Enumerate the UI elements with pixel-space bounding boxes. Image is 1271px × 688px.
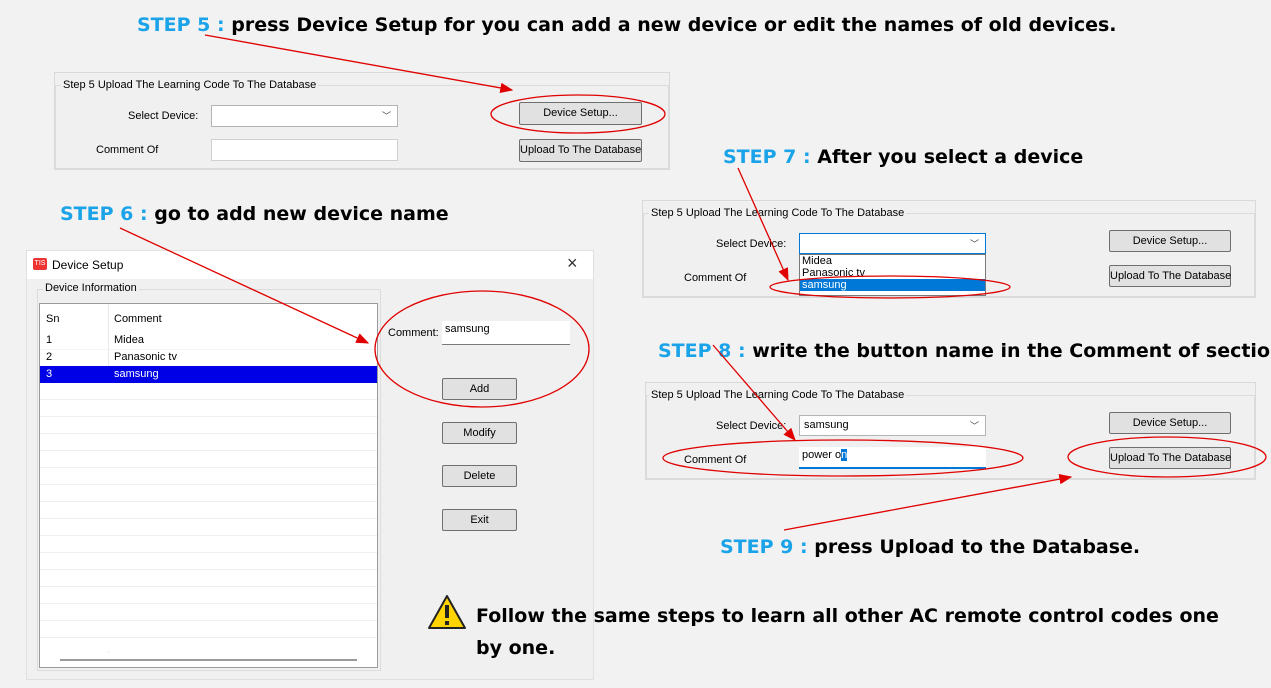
dropdown-option-selected[interactable]: samsung (800, 279, 985, 291)
dialog-title: Device Setup (52, 258, 124, 272)
table-row-selected[interactable]: 3 samsung (40, 366, 377, 384)
select-device-label: Select Device: (716, 238, 787, 250)
row-comment: samsung (114, 368, 159, 380)
step5-text: press Device Setup for you can add a new… (231, 14, 1117, 36)
dialog-comment-input[interactable]: samsung (442, 321, 570, 345)
note-line-2: by one. (476, 637, 556, 659)
upload-panel-step7: Step 5 Upload The Learning Code To The D… (642, 200, 1256, 298)
row-sn: 1 (46, 334, 53, 346)
device-setup-button[interactable]: Device Setup... (1109, 230, 1231, 252)
step8-number: STEP 8 : (658, 340, 746, 362)
dialog-comment-label: Comment: (388, 327, 439, 339)
comment-of-label: Comment Of (96, 144, 159, 156)
upload-group-title: Step 5 Upload The Learning Code To The D… (649, 207, 907, 219)
exit-button[interactable]: Exit (442, 509, 517, 531)
step7-number: STEP 7 : (723, 146, 811, 168)
device-dropdown-list: Midea Panasonic tv samsung (799, 254, 986, 296)
close-icon[interactable]: × (567, 253, 578, 274)
table-row[interactable]: 2 Panasonic tv (40, 349, 377, 367)
step6-number: STEP 6 : (60, 203, 148, 225)
upload-database-button[interactable]: Upload To The Database (1109, 447, 1231, 469)
select-device-label: Select Device: (128, 110, 199, 122)
select-device-combo-open[interactable]: ﹀ (799, 233, 986, 254)
device-info-title: Device Information (43, 282, 139, 294)
empty-rows (40, 383, 377, 651)
step7-heading: STEP 7 : After you select a device (723, 146, 1083, 168)
chevron-down-icon: ﹀ (969, 421, 979, 431)
arrow-step9 (783, 474, 1073, 531)
upload-group-title: Step 5 Upload The Learning Code To The D… (649, 389, 907, 401)
table-row[interactable]: 1 Midea (40, 332, 377, 350)
column-header-comment: Comment (114, 313, 162, 325)
comment-of-label: Comment Of (684, 272, 747, 284)
row-sn: 3 (46, 368, 53, 380)
column-header-sn: Sn (46, 313, 60, 325)
chevron-down-icon: ﹀ (969, 239, 979, 249)
upload-panel-step8: Step 5 Upload The Learning Code To The D… (645, 382, 1256, 480)
horizontal-scrollbar[interactable] (60, 659, 357, 661)
select-device-label: Select Device: (716, 420, 787, 432)
upload-database-button[interactable]: Upload To The Database (1109, 265, 1231, 287)
step8-heading: STEP 8 : write the button name in the Co… (658, 340, 1271, 362)
step5-heading: STEP 5 : press Device Setup for you can … (137, 14, 1117, 36)
row-comment: Panasonic tv (114, 351, 177, 363)
modify-button[interactable]: Modify (442, 422, 517, 444)
device-table: Sn Comment 1 Midea 2 Panasonic tv 3 sams… (39, 303, 378, 668)
step5-number: STEP 5 : (137, 14, 225, 36)
step9-heading: STEP 9 : press Upload to the Database. (720, 536, 1140, 558)
step8-text: write the button name in the Comment of … (752, 340, 1271, 362)
step6-heading: STEP 6 : go to add new device name (60, 203, 449, 225)
add-button[interactable]: Add (442, 378, 517, 400)
select-device-combo[interactable]: samsung ﹀ (799, 415, 986, 436)
chevron-down-icon: ﹀ (381, 111, 391, 121)
comment-of-label: Comment Of (684, 454, 747, 466)
step9-number: STEP 9 : (720, 536, 808, 558)
selected-device-value: samsung (804, 419, 849, 431)
upload-database-button[interactable]: Upload To The Database (519, 139, 642, 162)
device-setup-button[interactable]: Device Setup... (519, 102, 642, 125)
warning-icon (428, 595, 466, 629)
upload-group-title: Step 5 Upload The Learning Code To The D… (61, 79, 319, 91)
step9-text: press Upload to the Database. (814, 536, 1141, 558)
comment-of-input[interactable] (211, 139, 398, 161)
dropdown-option[interactable]: Midea (800, 255, 985, 267)
note-text: Follow the same steps to learn all other… (476, 600, 1219, 664)
row-comment: Midea (114, 334, 144, 346)
upload-panel-step5: Step 5 Upload The Learning Code To The D… (54, 72, 670, 170)
note-line-1: Follow the same steps to learn all other… (476, 605, 1219, 627)
comment-text: power o (802, 449, 842, 461)
row-sn: 2 (46, 351, 53, 363)
app-logo-icon: TIS (33, 258, 47, 270)
select-device-combo[interactable]: ﹀ (211, 105, 398, 127)
comment-of-input[interactable]: power on (799, 447, 986, 469)
dropdown-option[interactable]: Panasonic tv (800, 267, 985, 279)
device-setup-button[interactable]: Device Setup... (1109, 412, 1231, 434)
step7-text: After you select a device (817, 146, 1084, 168)
delete-button[interactable]: Delete (442, 465, 517, 487)
comment-text-selected: n (841, 449, 848, 461)
dialog-titlebar: TIS Device Setup × (27, 251, 593, 279)
step6-text: go to add new device name (154, 203, 449, 225)
